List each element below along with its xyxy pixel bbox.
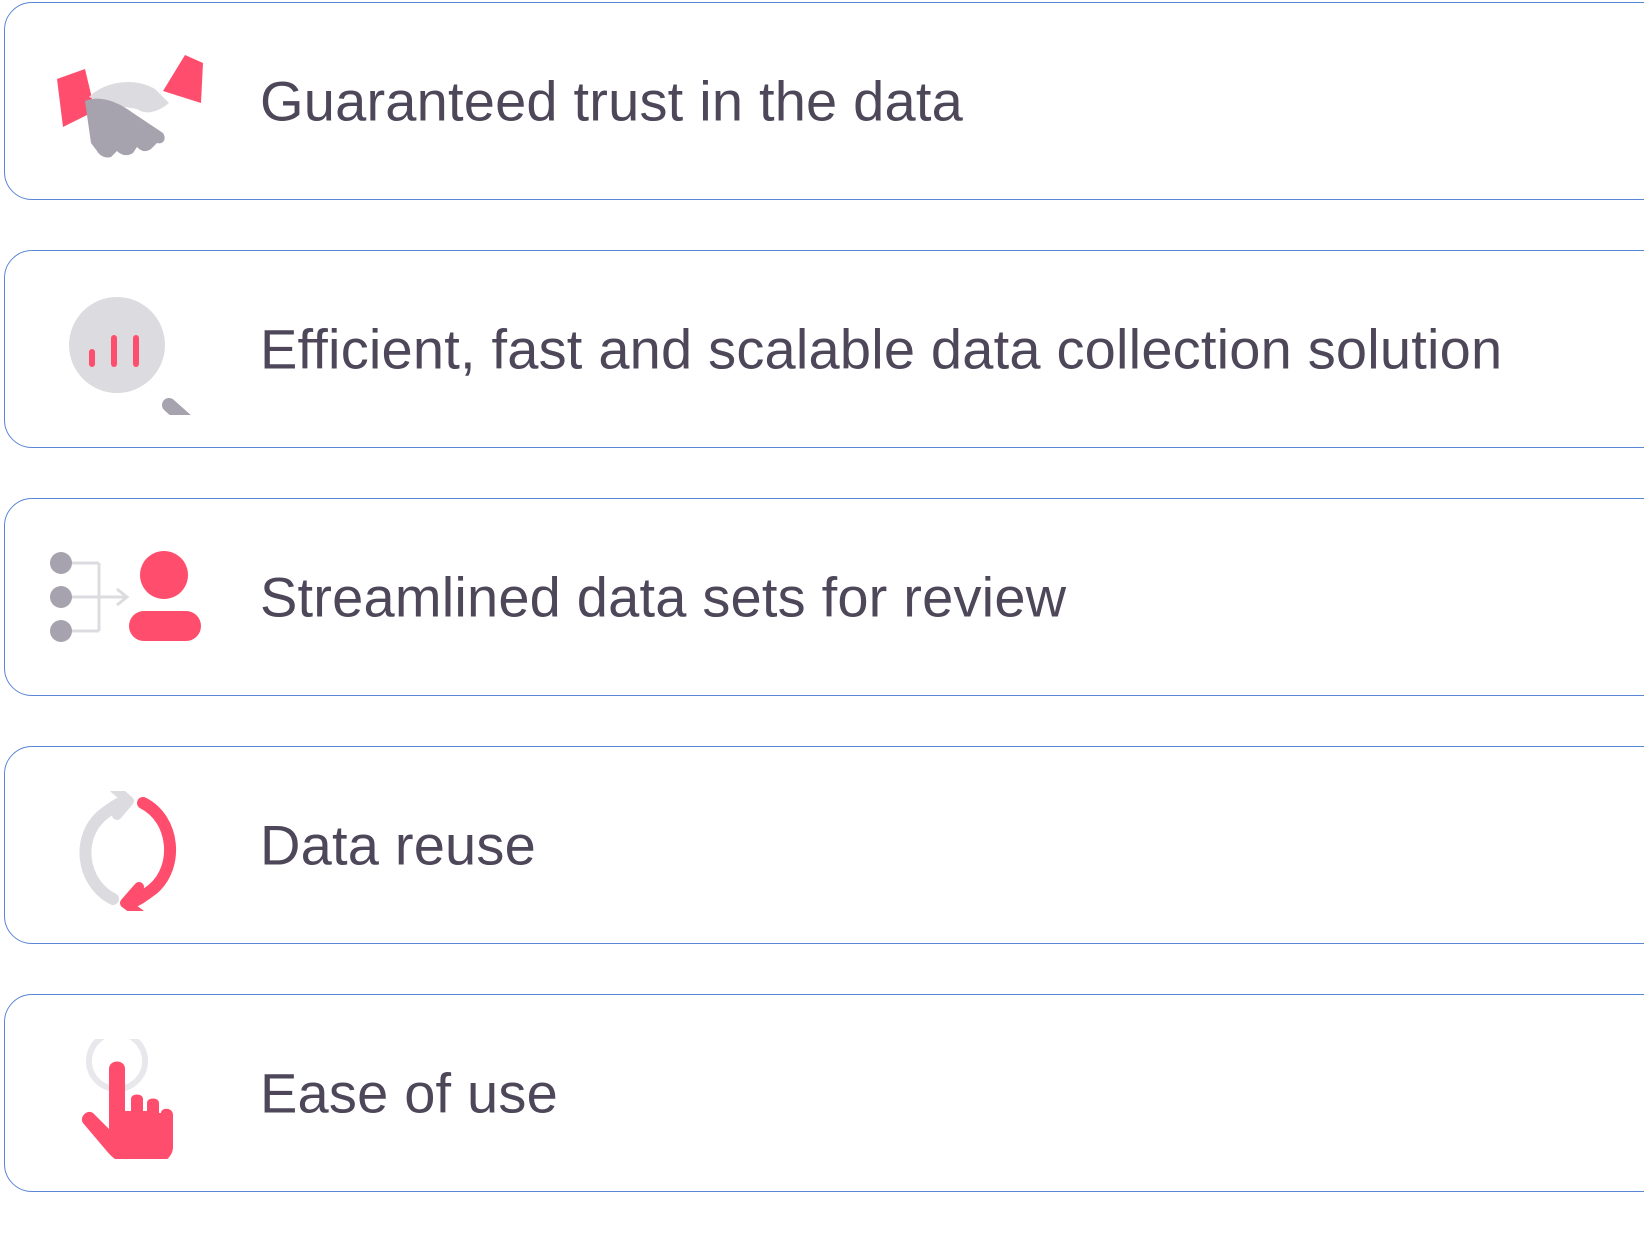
feature-label: Streamlined data sets for review [260, 565, 1067, 629]
feature-card-reuse: Data reuse [4, 746, 1644, 944]
data-to-person-icon [45, 543, 205, 663]
feature-card-streamlined: Streamlined data sets for review [4, 498, 1644, 696]
feature-card-ease: Ease of use [4, 994, 1644, 1192]
feature-label: Efficient, fast and scalable data collec… [260, 317, 1503, 381]
feature-card-efficiency: Efficient, fast and scalable data collec… [4, 250, 1644, 448]
handshake-icon [45, 47, 205, 167]
magnifier-chart-icon [45, 295, 205, 415]
feature-label: Guaranteed trust in the data [260, 69, 963, 133]
feature-card-trust: Guaranteed trust in the data [4, 2, 1644, 200]
refresh-cycle-icon [45, 791, 205, 911]
feature-label: Data reuse [260, 813, 536, 877]
pointer-hand-icon [45, 1039, 205, 1159]
feature-label: Ease of use [260, 1061, 558, 1125]
